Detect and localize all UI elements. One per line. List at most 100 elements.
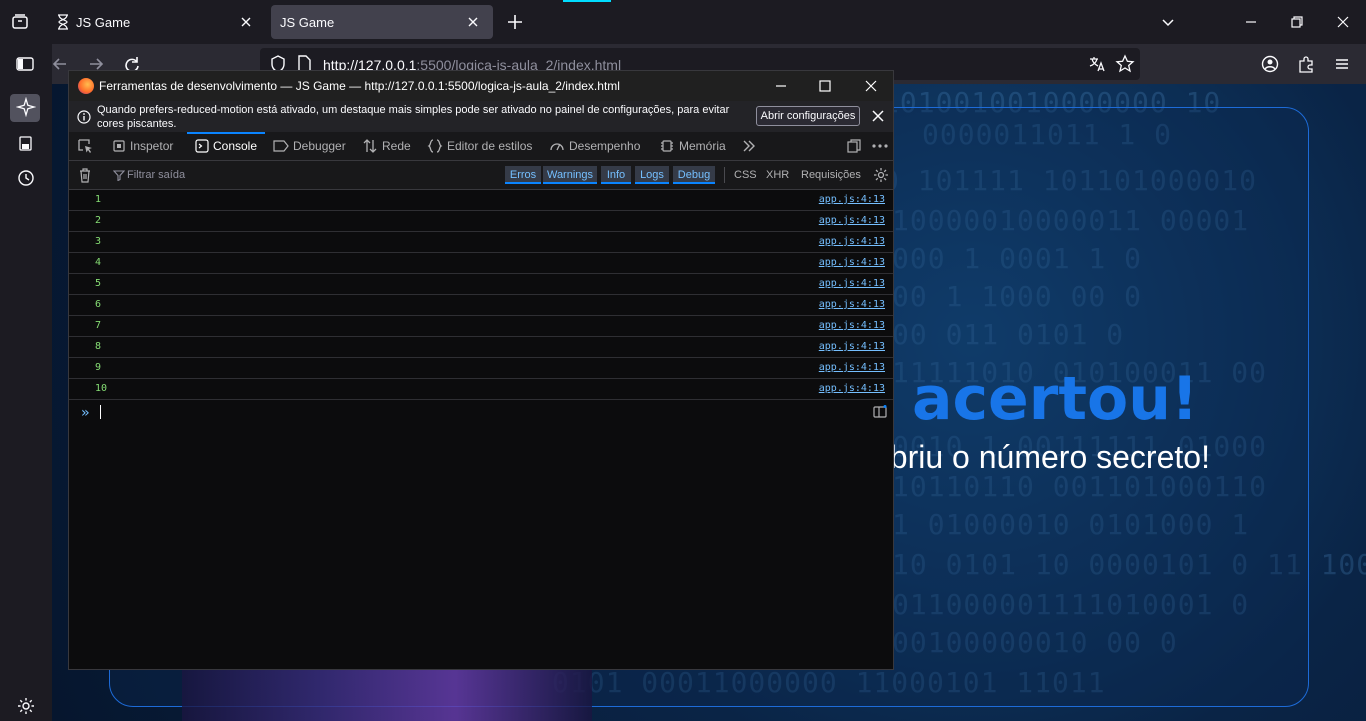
log-value: 4 <box>95 257 102 268</box>
tab-label: Editor de estilos <box>447 139 533 153</box>
restore-icon[interactable] <box>1287 12 1307 32</box>
tab-strip-accent <box>563 0 611 2</box>
console-filter-bar: Filtrar saída Erros Warnings Info Logs D… <box>69 161 893 190</box>
minimize-icon[interactable] <box>1241 12 1261 32</box>
hourglass-icon <box>58 14 68 30</box>
network-icon <box>363 139 377 153</box>
tab-memory[interactable]: Memória <box>659 132 726 160</box>
tab-strip: JS Game JS Game <box>0 0 1366 44</box>
console-prompt-chevron-icon: » <box>81 405 90 421</box>
filter-debug-button[interactable]: Debug <box>673 166 715 184</box>
result-subtitle: obriu o número secreto! <box>872 439 1210 475</box>
more-options-icon[interactable] <box>871 138 889 154</box>
console-message-row: 1 app.js:4:13 <box>69 190 893 211</box>
close-tab-icon[interactable] <box>465 14 481 30</box>
extensions-icon[interactable] <box>1296 54 1316 74</box>
tab-network[interactable]: Rede <box>362 132 411 160</box>
close-notice-icon[interactable] <box>871 109 885 123</box>
bookmark-star-icon[interactable] <box>1115 54 1135 74</box>
tab-label: Console <box>212 139 258 153</box>
reduced-motion-notice: Quando prefers-reduced-motion está ativa… <box>69 101 893 132</box>
source-link[interactable]: app.js:4:13 <box>819 257 885 268</box>
log-value: 9 <box>95 362 102 373</box>
filter-css-button[interactable]: CSS <box>734 166 757 184</box>
log-value: 8 <box>95 341 102 352</box>
source-link[interactable]: app.js:4:13 <box>819 215 885 226</box>
sidebar-panel-icon[interactable] <box>15 54 35 74</box>
filter-requests-button[interactable]: Requisições <box>801 166 861 184</box>
filter-info-button[interactable]: Info <box>601 166 631 184</box>
open-settings-button[interactable]: Abrir configurações <box>756 106 860 126</box>
console-message-row: 5 app.js:4:13 <box>69 274 893 295</box>
tab-label: Memória <box>679 139 726 153</box>
list-tabs-icon[interactable] <box>1158 12 1178 32</box>
tab-label: Debugger <box>293 139 346 153</box>
dock-options-icon[interactable] <box>846 138 862 154</box>
result-headline: acertou! <box>912 364 1199 434</box>
source-link[interactable]: app.js:4:13 <box>819 278 885 289</box>
tab-console[interactable]: Console <box>187 132 265 160</box>
synced-tabs-icon[interactable] <box>16 134 36 154</box>
sidebar-settings-icon[interactable] <box>16 696 36 716</box>
source-link[interactable]: app.js:4:13 <box>819 236 885 247</box>
menu-icon[interactable] <box>1332 54 1352 74</box>
source-link[interactable]: app.js:4:13 <box>819 383 885 394</box>
console-message-row: 3 app.js:4:13 <box>69 232 893 253</box>
source-link[interactable]: app.js:4:13 <box>819 194 885 205</box>
filter-xhr-button[interactable]: XHR <box>766 166 789 184</box>
console-settings-gear-icon[interactable] <box>873 167 889 183</box>
log-value: 6 <box>95 299 102 310</box>
devtools-title: Ferramentas de desenvolvimento — JS Game… <box>99 79 620 93</box>
filter-logs-button[interactable]: Logs <box>635 166 669 184</box>
history-icon[interactable] <box>16 168 36 188</box>
debugger-icon <box>273 140 289 152</box>
tab-label: Inspetor <box>130 139 174 153</box>
inspector-icon <box>113 140 125 152</box>
trash-icon[interactable] <box>78 167 92 183</box>
performance-icon <box>550 143 564 151</box>
filter-errors-button[interactable]: Erros <box>505 166 541 184</box>
tab-overview-icon[interactable] <box>10 12 30 32</box>
editor-mode-toggle-icon[interactable] <box>873 405 887 419</box>
close-tab-icon[interactable] <box>238 14 254 30</box>
tab-performance[interactable]: Desempenho <box>549 132 640 160</box>
account-icon[interactable] <box>1260 54 1280 74</box>
more-tools-chevron-icon[interactable] <box>741 138 757 154</box>
translate-icon[interactable] <box>1087 54 1107 74</box>
devtools-close-icon[interactable] <box>863 78 879 94</box>
console-message-row: 9 app.js:4:13 <box>69 358 893 379</box>
close-window-icon[interactable] <box>1333 12 1353 32</box>
back-icon[interactable] <box>50 54 70 74</box>
info-icon <box>77 110 91 124</box>
browser-tab-2[interactable]: JS Game <box>271 5 493 39</box>
filter-output-input[interactable]: Filtrar saída <box>127 169 185 181</box>
devtools-titlebar: Ferramentas de desenvolvimento — JS Game… <box>69 71 893 101</box>
character-illustration <box>182 664 592 721</box>
tab-style-editor[interactable]: Editor de estilos <box>427 132 532 160</box>
log-value: 7 <box>95 320 102 331</box>
new-tab-icon[interactable] <box>505 12 525 32</box>
browser-tab-1[interactable]: JS Game <box>46 5 266 39</box>
log-value: 5 <box>95 278 102 289</box>
devtools-maximize-icon[interactable] <box>817 78 833 94</box>
element-picker-icon[interactable] <box>77 138 93 154</box>
console-message-row: 7 app.js:4:13 <box>69 316 893 337</box>
filter-warnings-button[interactable]: Warnings <box>543 166 597 184</box>
source-link[interactable]: app.js:4:13 <box>819 362 885 373</box>
ai-chatbot-icon[interactable] <box>16 97 36 117</box>
source-link[interactable]: app.js:4:13 <box>819 320 885 331</box>
console-message-row: 8 app.js:4:13 <box>69 337 893 358</box>
source-link[interactable]: app.js:4:13 <box>819 299 885 310</box>
devtools-minimize-icon[interactable] <box>773 78 789 94</box>
tab-debugger[interactable]: Debugger <box>273 132 346 160</box>
log-value: 2 <box>95 215 102 226</box>
tab-label: JS Game <box>76 15 131 30</box>
console-input[interactable] <box>100 405 101 419</box>
tab-label: Desempenho <box>569 139 641 153</box>
tab-label: Rede <box>382 139 411 153</box>
notice-text: Quando prefers-reduced-motion está ativa… <box>97 104 730 130</box>
console-icon <box>195 139 209 153</box>
console-message-row: 10 app.js:4:13 <box>69 379 893 400</box>
source-link[interactable]: app.js:4:13 <box>819 341 885 352</box>
tab-inspector[interactable]: Inspetor <box>112 132 173 160</box>
